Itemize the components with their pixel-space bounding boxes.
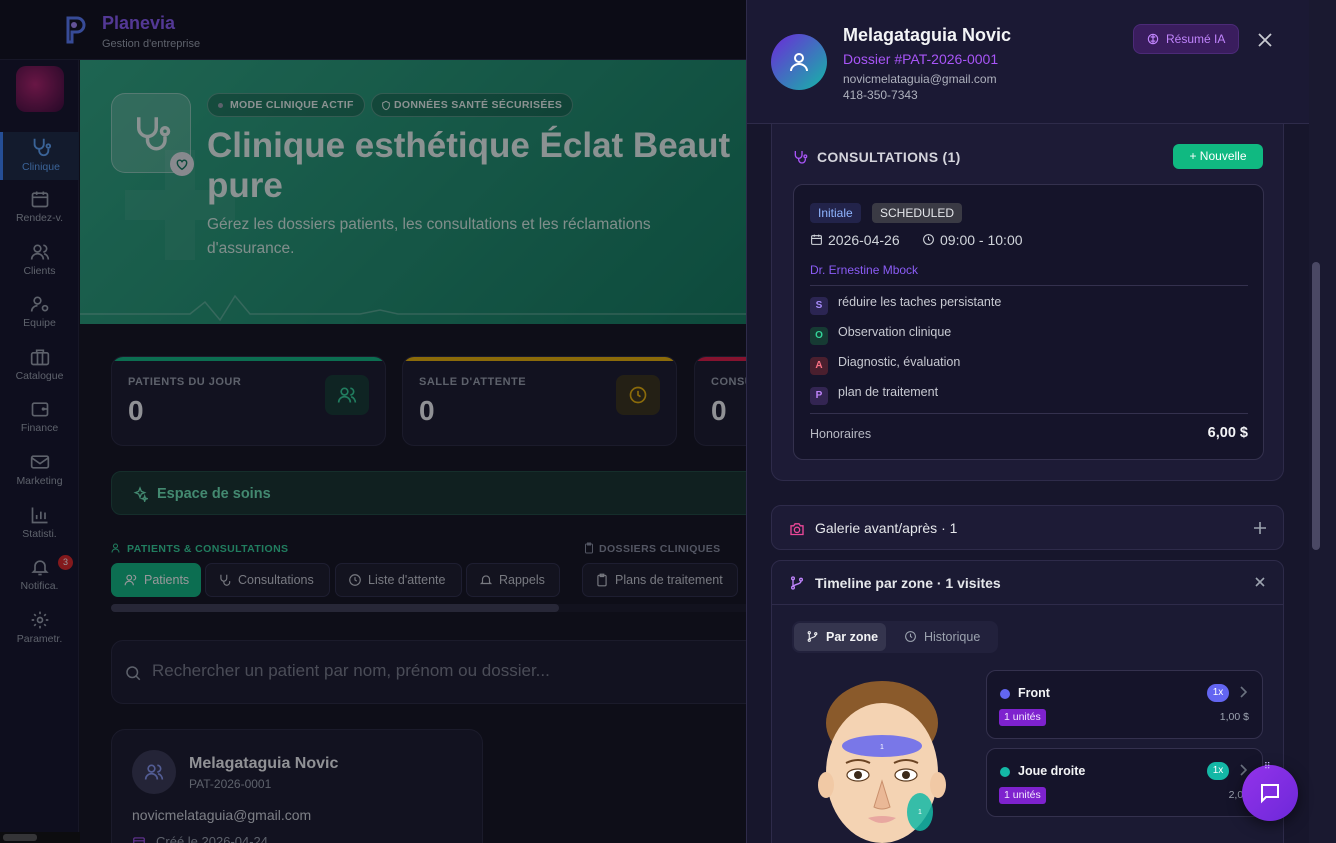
zone-color-dot bbox=[1000, 689, 1010, 699]
zone-card-right-cheek[interactable]: Joue droite 1x 1 unités 2,00 bbox=[986, 748, 1263, 817]
ai-summary-button[interactable]: Résumé IA bbox=[1133, 24, 1239, 54]
camera-icon bbox=[790, 523, 804, 536]
consultation-date: 2026-04-26 bbox=[828, 232, 900, 248]
calendar-icon bbox=[811, 234, 822, 245]
consultation-doctor[interactable]: Dr. Ernestine Mbock bbox=[810, 263, 918, 277]
clock-icon bbox=[923, 234, 934, 245]
chevron-right-icon bbox=[1240, 764, 1247, 776]
git-branch-icon bbox=[791, 576, 803, 590]
modal-backdrop[interactable] bbox=[0, 0, 746, 843]
close-icon[interactable] bbox=[1255, 577, 1265, 587]
soap-text: plan de traitement bbox=[838, 385, 939, 399]
plus-icon[interactable] bbox=[1253, 521, 1267, 535]
zone-visit-count: 1x bbox=[1207, 762, 1229, 780]
zone-card-front[interactable]: Front 1x 1 unités 1,00 $ bbox=[986, 670, 1263, 739]
chat-button[interactable] bbox=[1242, 765, 1298, 821]
tab-by-zone[interactable]: Par zone bbox=[794, 623, 886, 651]
gallery-section[interactable]: Galerie avant/après · 1 bbox=[771, 505, 1284, 550]
patient-drawer: CONSULTATIONS (1) + Nouvelle Initiale SC… bbox=[746, 0, 1336, 843]
timeline-tabs: Par zone Historique bbox=[792, 621, 998, 653]
drag-handle-icon[interactable]: ⠿ bbox=[1264, 761, 1271, 772]
timeline-title: Timeline par zone · 1 visites bbox=[815, 575, 1001, 591]
zone-units-badge: 1 unités bbox=[999, 709, 1046, 726]
git-branch-icon bbox=[807, 631, 818, 642]
right-ear bbox=[930, 772, 946, 798]
consultation-card[interactable]: Initiale SCHEDULED 2026-04-26 09:00 - 10… bbox=[793, 184, 1264, 460]
consultations-section: CONSULTATIONS (1) + Nouvelle Initiale SC… bbox=[771, 124, 1284, 481]
user-icon bbox=[790, 53, 808, 72]
brain-icon bbox=[1147, 33, 1159, 45]
soap-text: Observation clinique bbox=[838, 325, 952, 339]
drawer-scrollbar-thumb[interactable] bbox=[1312, 262, 1320, 550]
zone-marker-right-cheek-label: 1 bbox=[918, 809, 922, 816]
avatar bbox=[771, 34, 827, 90]
zone-units-badge: 1 unités bbox=[999, 787, 1046, 804]
soap-text: Diagnostic, évaluation bbox=[838, 355, 961, 369]
zone-price: 1,00 $ bbox=[1219, 711, 1249, 723]
soap-letter: O bbox=[810, 327, 828, 345]
close-icon bbox=[1258, 33, 1272, 47]
divider bbox=[810, 285, 1248, 286]
fee-label: Honoraires bbox=[810, 427, 872, 441]
left-ear bbox=[818, 772, 834, 798]
zone-name: Joue droite bbox=[1018, 764, 1086, 778]
stethoscope-icon bbox=[794, 151, 808, 164]
consultations-title: CONSULTATIONS (1) bbox=[817, 149, 961, 165]
tab-history[interactable]: Historique bbox=[892, 623, 996, 651]
clock-icon bbox=[905, 631, 916, 642]
zone-visit-count: 1x bbox=[1207, 684, 1229, 702]
patient-phone: 418-350-7343 bbox=[843, 88, 918, 102]
soap-letter: P bbox=[810, 387, 828, 405]
patient-email: novicmelataguia@gmail.com bbox=[843, 72, 997, 86]
patient-name: Melagataguia Novic bbox=[843, 25, 1012, 45]
consultation-time: 09:00 - 10:00 bbox=[940, 232, 1023, 248]
close-drawer-button[interactable] bbox=[1251, 26, 1279, 54]
tab-label: Historique bbox=[924, 630, 981, 644]
left-pupil bbox=[854, 771, 862, 779]
zone-color-dot bbox=[1000, 767, 1010, 777]
zone-name: Front bbox=[1018, 686, 1050, 700]
gallery-title: Galerie avant/après · 1 bbox=[815, 520, 958, 536]
patient-file-number: Dossier #PAT-2026-0001 bbox=[843, 51, 999, 67]
zone-price: 2,00 bbox=[1228, 789, 1249, 801]
consultation-type-badge: Initiale bbox=[810, 203, 861, 223]
divider bbox=[810, 413, 1248, 414]
tab-label: Par zone bbox=[826, 630, 879, 644]
right-pupil bbox=[902, 771, 910, 779]
new-consultation-button[interactable]: + Nouvelle bbox=[1173, 144, 1263, 169]
soap-text: réduire les taches persistante bbox=[838, 295, 1002, 309]
timeline-header[interactable]: Timeline par zone · 1 visites bbox=[772, 561, 1283, 605]
soap-letter: S bbox=[810, 297, 828, 315]
zone-marker-front-label: 1 bbox=[880, 744, 884, 751]
chat-icon bbox=[1261, 784, 1279, 804]
face-zone-map[interactable]: 1 1 bbox=[812, 673, 952, 843]
soap-letter: A bbox=[810, 357, 828, 375]
fee-value: 6,00 $ bbox=[1207, 425, 1248, 441]
chevron-right-icon bbox=[1240, 686, 1247, 698]
ai-summary-label: Résumé IA bbox=[1166, 32, 1226, 46]
timeline-section: Timeline par zone · 1 visites Par zone H… bbox=[771, 560, 1284, 843]
drawer-header: Melagataguia Novic Dossier #PAT-2026-000… bbox=[747, 0, 1309, 124]
consultation-status-badge: SCHEDULED bbox=[872, 203, 963, 223]
